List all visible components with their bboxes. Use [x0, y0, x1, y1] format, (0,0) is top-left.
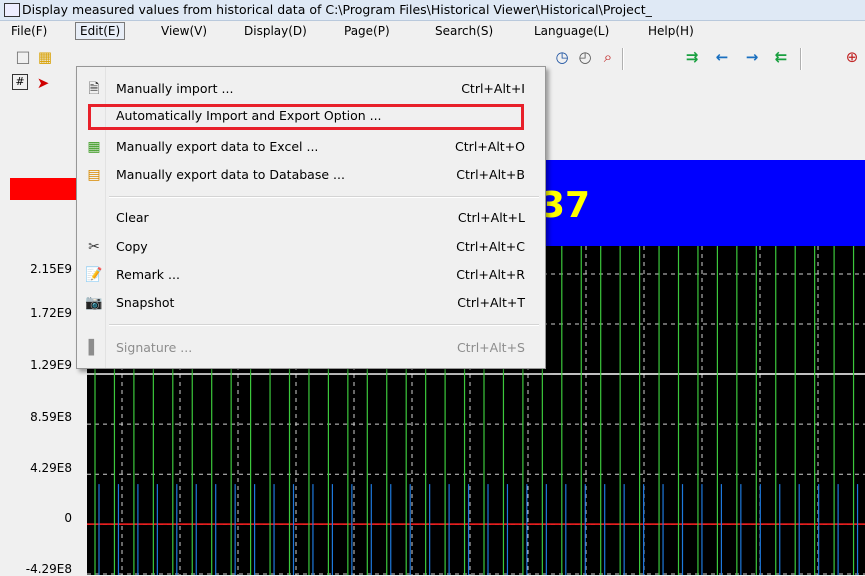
menu-language[interactable]: Language(L): [530, 23, 613, 39]
menu-item-shortcut: Ctrl+Alt+S: [456, 340, 525, 355]
database-export-icon: ▤: [87, 167, 101, 183]
highlight-annotation: [88, 104, 524, 130]
timer-icon[interactable]: ◷: [553, 48, 571, 66]
y-tick-label: 4.29E8: [30, 461, 72, 475]
menu-item-shortcut: Ctrl+Alt+O: [455, 139, 525, 154]
y-tick-label: 1.72E9: [30, 306, 72, 320]
y-tick-label: 8.59E8: [30, 410, 72, 424]
target-icon[interactable]: ⊕: [843, 48, 861, 66]
menu-display[interactable]: Display(D): [240, 23, 311, 39]
measured-value: 37: [540, 185, 591, 226]
menu-item-remark[interactable]: 📝 Remark ... Ctrl+Alt+R: [77, 264, 545, 286]
menu-item-label: Remark ...: [116, 267, 180, 282]
menu-item-label: Manually export data to Excel ...: [116, 139, 319, 154]
time-span-icon[interactable]: ◴: [576, 48, 594, 66]
menu-item-shortcut: Ctrl+Alt+L: [457, 210, 525, 225]
zoom-out-icon[interactable]: ⌕: [599, 48, 617, 66]
menu-edit[interactable]: Edit(E): [75, 22, 126, 40]
first-page-icon[interactable]: ⇉: [683, 48, 701, 66]
scissors-icon: ✂: [88, 239, 100, 255]
menu-item-shortcut: Ctrl+Alt+T: [457, 295, 525, 310]
y-tick-label: 0: [64, 511, 72, 525]
menu-page[interactable]: Page(P): [340, 23, 394, 39]
new-file-icon[interactable]: □: [14, 48, 32, 66]
menu-file[interactable]: File(F): [7, 23, 51, 39]
menu-item-copy[interactable]: ✂ Copy Ctrl+Alt+C: [77, 236, 545, 258]
menu-item-label: Clear: [116, 210, 149, 225]
menu-help[interactable]: Help(H): [644, 23, 698, 39]
import-icon: 🗎: [88, 81, 100, 97]
menu-separator: [109, 196, 539, 198]
camera-icon: 📷: [85, 295, 103, 311]
menu-item-label: Manually export data to Database ...: [116, 167, 345, 182]
menu-item-shortcut: Ctrl+Alt+R: [456, 267, 525, 282]
remark-icon: 📝: [85, 267, 103, 283]
arrow-right-icon[interactable]: ➤: [34, 74, 52, 92]
menu-item-export-database[interactable]: ▤ Manually export data to Database ... C…: [77, 164, 545, 186]
signature-icon: ▌: [88, 340, 100, 356]
menu-item-signature: ▌ Signature ... Ctrl+Alt+S: [77, 337, 545, 359]
status-indicator: [10, 178, 80, 200]
menu-item-snapshot[interactable]: 📷 Snapshot Ctrl+Alt+T: [77, 292, 545, 314]
open-folder-icon[interactable]: ▦: [36, 48, 54, 66]
menu-item-label: Signature ...: [116, 340, 193, 355]
previous-icon[interactable]: ←: [713, 48, 731, 66]
menu-view[interactable]: View(V): [157, 23, 211, 39]
toolbar-separator: [800, 48, 802, 70]
value-banner: [542, 160, 865, 246]
menu-separator: [109, 324, 539, 326]
menu-item-shortcut: Ctrl+Alt+B: [456, 167, 525, 182]
y-tick-label: -4.29E8: [25, 562, 72, 576]
grid-icon[interactable]: #: [12, 74, 28, 90]
menu-item-export-excel[interactable]: ▦ Manually export data to Excel ... Ctrl…: [77, 136, 545, 158]
menu-item-clear[interactable]: Clear Ctrl+Alt+L: [77, 207, 545, 229]
next-icon[interactable]: →: [743, 48, 761, 66]
menu-item-shortcut: Ctrl+Alt+C: [456, 239, 525, 254]
menu-item-label: Manually import ...: [116, 81, 234, 96]
title-bar: Display measured values from historical …: [0, 0, 865, 21]
menu-item-shortcut: Ctrl+Alt+I: [461, 81, 525, 96]
menu-bar: File(F) Edit(E) View(V) Display(D) Page(…: [0, 21, 865, 41]
menu-search[interactable]: Search(S): [431, 23, 497, 39]
app-icon: [4, 3, 20, 17]
menu-item-manually-import[interactable]: 🗎 Manually import ... Ctrl+Alt+I: [77, 78, 545, 100]
y-tick-label: 1.29E9: [30, 358, 72, 372]
toolbar-separator: [622, 48, 624, 70]
window-title: Display measured values from historical …: [22, 2, 652, 17]
excel-export-icon: ▦: [87, 139, 101, 155]
last-page-icon[interactable]: ⇇: [772, 48, 790, 66]
menu-item-label: Snapshot: [116, 295, 175, 310]
y-tick-label: 2.15E9: [30, 262, 72, 276]
menu-item-label: Copy: [116, 239, 148, 254]
